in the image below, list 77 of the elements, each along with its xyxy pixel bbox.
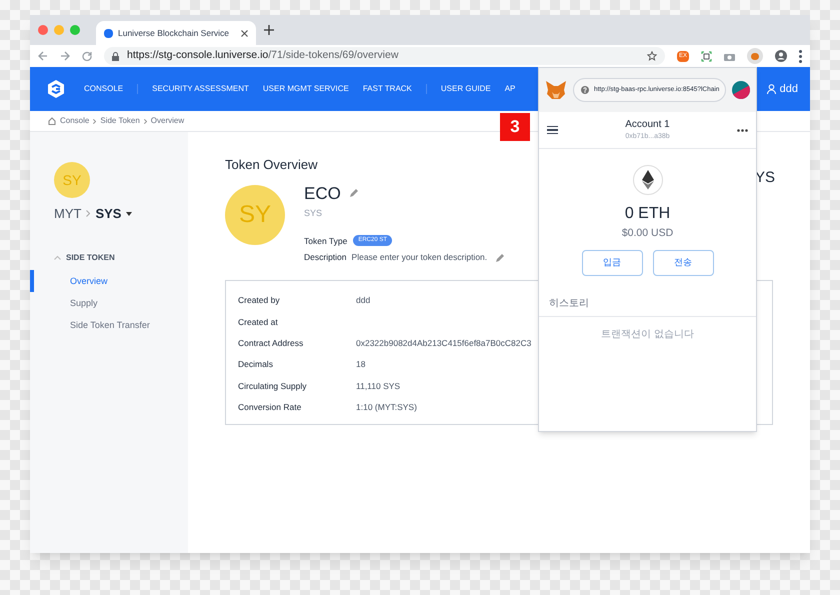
sidebar-item[interactable]: Side Token Transfer: [30, 314, 188, 336]
home-icon: [48, 117, 56, 125]
user-menu[interactable]: ddd: [766, 80, 798, 98]
user-icon: [766, 84, 776, 94]
detail-label: Circulating Supply: [238, 380, 308, 393]
camera-icon[interactable]: [724, 52, 735, 60]
chevron-icon: [144, 118, 147, 124]
more-options-icon[interactable]: [737, 128, 748, 132]
parent-token[interactable]: MYT: [54, 204, 82, 224]
nav-link[interactable]: FAST TRACK: [362, 83, 412, 95]
reload-icon[interactable]: [82, 51, 92, 61]
menu-icon[interactable]: [799, 50, 802, 62]
detail-value: 18: [356, 358, 366, 372]
ether-icon: [632, 165, 662, 195]
tab-title: Luniverse Blockchain Service: [118, 26, 230, 40]
detail-label: Created at: [238, 316, 279, 328]
nav-link[interactable]: USER MGMT SERVICE: [262, 83, 349, 95]
section-heading: 히스토리: [539, 296, 756, 317]
close-window-icon[interactable]: [38, 25, 48, 35]
new-tab-icon[interactable]: [264, 25, 274, 35]
sidebar-item[interactable]: Supply: [30, 292, 188, 314]
detail-label: Created by: [238, 294, 281, 308]
fox-icon: [545, 80, 567, 100]
detail-value: 11,110 SYS: [356, 380, 400, 393]
detail-label: Contract Address: [238, 337, 304, 350]
token-selector[interactable]: SYS: [95, 204, 122, 224]
site-icon: [104, 28, 113, 38]
token-name: ECO: [304, 182, 341, 204]
step-badge: 3: [500, 113, 530, 141]
chevron-icon: [86, 210, 90, 218]
account-avatar-icon[interactable]: [732, 81, 750, 99]
detail-value: 1:10 (MYT:SYS): [356, 401, 417, 414]
wallet-button[interactable]: 전송: [652, 250, 714, 276]
edit-icon[interactable]: [495, 252, 506, 263]
breadcrumb-link[interactable]: Console: [60, 115, 90, 127]
url-text: https://stg-console.luniverse.io/71/side-tokens/69/overview: [127, 48, 398, 64]
address-bar[interactable]: https://stg-console.luniverse.io/71/side-tokens/69/overview: [104, 47, 665, 65]
wallet-button[interactable]: 입금: [582, 250, 642, 276]
chevron-icon: [93, 118, 96, 124]
fox-extension-icon[interactable]: [747, 48, 763, 64]
bookmark-star-icon[interactable]: [646, 51, 657, 61]
nav-link[interactable]: SECURITY ASSESSMENT: [152, 83, 249, 95]
eth-balance: 0 ETH: [624, 204, 670, 224]
token-avatar: SY: [225, 184, 285, 244]
token-avatar: SY: [54, 162, 90, 198]
menu-icon[interactable]: [547, 126, 558, 134]
profile-icon[interactable]: [775, 50, 787, 62]
nav-link[interactable]: USER GUIDE: [440, 83, 491, 95]
help-icon: [581, 86, 589, 94]
browser-tab[interactable]: Luniverse Blockchain Service: [96, 21, 256, 45]
page-title: Token Overview: [225, 156, 318, 174]
logo-icon[interactable]: [46, 79, 66, 99]
nav-link[interactable]: CONSOLE: [84, 83, 124, 95]
balance-text: YS: [755, 168, 776, 188]
usd-balance: $0.00 USD: [622, 226, 674, 241]
nav-link[interactable]: AP: [504, 83, 516, 95]
edit-icon[interactable]: [348, 188, 359, 198]
breadcrumb-link[interactable]: Side Token: [100, 115, 140, 127]
back-icon[interactable]: [38, 51, 48, 61]
close-tab-icon[interactable]: [241, 30, 248, 36]
section-heading: SIDE TOKEN: [66, 252, 115, 264]
forward-icon[interactable]: [60, 51, 70, 61]
breadcrumb-link[interactable]: Overview: [150, 115, 184, 127]
token-symbol: SYS: [304, 207, 324, 220]
dropdown-caret-icon[interactable]: [126, 212, 132, 216]
detail-value: ddd: [356, 294, 370, 308]
field-label: Description: [304, 251, 347, 264]
detail-label: Conversion Rate: [238, 401, 302, 414]
field-label: Token Type: [304, 234, 348, 248]
screen-capture-icon[interactable]: [701, 50, 712, 62]
empty-history-text: 트랜잭션이 없습니다: [600, 328, 695, 342]
sidebar-item[interactable]: Overview: [30, 270, 188, 292]
description-text: Please enter your token description.: [352, 251, 488, 264]
account-name[interactable]: Account 1: [625, 117, 670, 132]
detail-value: 0x2322b9082d4Ab213C415f6ef8a7B0cC82C3: [356, 337, 532, 350]
detail-label: Decimals: [238, 358, 274, 372]
lock-icon: [112, 52, 119, 60]
